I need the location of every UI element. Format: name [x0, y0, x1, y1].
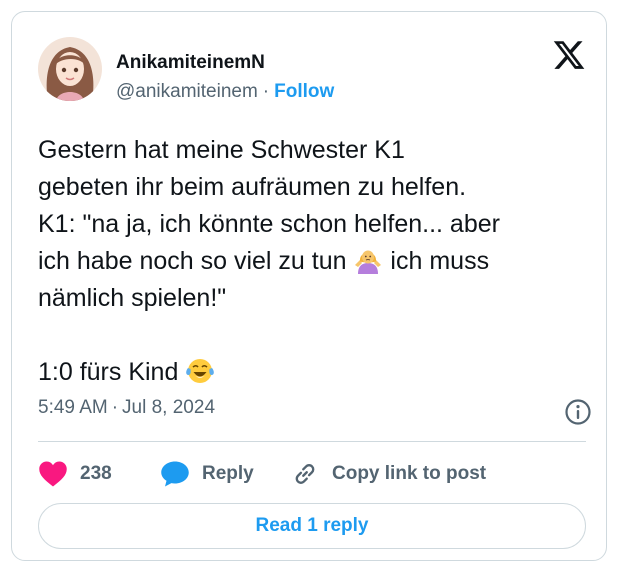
reply-button[interactable]: Reply — [160, 459, 254, 489]
tweet-line: ich muss — [383, 247, 490, 275]
tweet-line: ich habe noch so viel zu tun — [38, 247, 354, 275]
avatar-image — [38, 37, 102, 101]
read-reply-button[interactable]: Read 1 reply — [38, 503, 586, 549]
read-reply-label: Read 1 reply — [255, 515, 369, 536]
speech-bubble-icon — [160, 460, 190, 488]
follow-button[interactable]: Follow — [274, 81, 334, 102]
timestamp-separator: · — [111, 397, 119, 418]
tears-of-joy-emoji-icon — [185, 356, 215, 386]
timestamp[interactable]: 5:49 AM · Jul 8, 2024 — [38, 397, 215, 419]
display-name[interactable]: AnikamiteinemN — [116, 52, 265, 74]
divider — [38, 441, 586, 442]
avatar[interactable] — [38, 37, 102, 101]
x-logo-icon[interactable] — [552, 38, 586, 72]
tweet-line: 1:0 fürs Kind — [38, 358, 186, 386]
reply-label: Reply — [202, 463, 254, 484]
info-icon[interactable] — [564, 398, 592, 426]
link-icon — [290, 460, 320, 488]
tweet-card: AnikamiteinemN @anikamiteinem · Follow Ges… — [11, 11, 607, 561]
heart-icon — [38, 460, 68, 488]
handle-separator: · — [262, 81, 270, 102]
tweet-line: gebeten ihr beim aufräumen zu helfen. — [38, 173, 467, 201]
woman-shrugging-emoji-icon — [353, 245, 383, 275]
tweet-line: K1: "na ja, ich könnte schon helfen... a… — [38, 210, 500, 238]
like-count: 238 — [80, 463, 112, 484]
tweet-line: Gestern hat meine Schwester K1 — [38, 136, 405, 164]
tweet-text: Gestern hat meine Schwester K1 gebeten i… — [38, 132, 598, 391]
post-time: 5:49 AM — [38, 397, 108, 418]
handle-row: @anikamiteinem · Follow — [116, 81, 334, 103]
copy-link-button[interactable]: Copy link to post — [290, 459, 486, 489]
copy-link-label: Copy link to post — [332, 463, 487, 484]
tweet-line: nämlich spielen!" — [38, 284, 227, 312]
like-button[interactable]: 238 — [38, 459, 112, 489]
post-date: Jul 8, 2024 — [122, 397, 216, 418]
handle[interactable]: @anikamiteinem — [116, 81, 258, 102]
